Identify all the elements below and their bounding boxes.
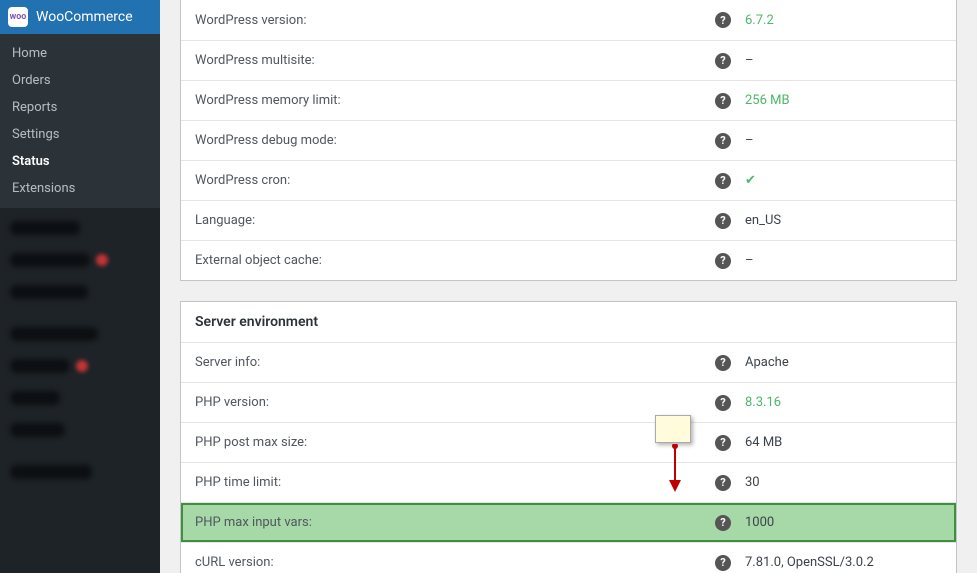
help-icon[interactable]: ? — [715, 515, 731, 531]
sidebar-item-woocommerce[interactable]: woo WooCommerce — [0, 0, 160, 34]
status-row: WordPress memory limit:? 256 MB — [181, 80, 956, 120]
admin-sidebar: woo WooCommerce Home Orders Reports Setting… — [0, 0, 160, 573]
sidebar-item-blurred[interactable] — [0, 244, 160, 276]
sidebar-item-orders[interactable]: Orders — [0, 67, 160, 94]
row-label: External object cache: — [195, 253, 715, 268]
status-row: cURL version:? 7.81.0, OpenSSL/3.0.2 — [181, 542, 956, 573]
row-value: – — [745, 53, 942, 68]
row-label: cURL version: — [195, 555, 715, 570]
help-icon[interactable]: ? — [715, 395, 731, 411]
row-value: 6.7.2 — [745, 13, 942, 28]
row-value: 256 MB — [745, 93, 942, 108]
sidebar-item-blurred[interactable] — [0, 276, 160, 308]
help-icon[interactable]: ? — [715, 133, 731, 149]
row-value: 7.81.0, OpenSSL/3.0.2 — [745, 555, 942, 570]
row-value: 8.3.16 — [745, 395, 942, 410]
submenu-label: Orders — [12, 73, 51, 88]
row-label: Server info: — [195, 355, 715, 370]
row-label: WordPress multisite: — [195, 53, 715, 68]
help-icon[interactable]: ? — [715, 475, 731, 491]
wp-environment-panel: WordPress version:? 6.7.2 WordPress multis… — [180, 0, 957, 281]
sidebar-item-blurred[interactable] — [0, 212, 160, 244]
status-row: PHP max input vars:? 1000 — [181, 502, 956, 542]
row-label: WordPress memory limit: — [195, 93, 715, 108]
row-label: WordPress debug mode: — [195, 133, 715, 148]
status-row: Server info:? Apache — [181, 342, 956, 382]
status-row: Language:? en_US — [181, 200, 956, 240]
sidebar-item-home[interactable]: Home — [0, 40, 160, 67]
main-content: WordPress version:? 6.7.2 WordPress multis… — [160, 0, 977, 573]
sidebar-item-extensions[interactable]: Extensions — [0, 175, 160, 202]
row-label: WordPress cron: — [195, 173, 715, 188]
status-row: WordPress multisite:?– — [181, 40, 956, 80]
help-icon[interactable]: ? — [715, 355, 731, 371]
submenu-label: Status — [12, 154, 50, 169]
row-value: ✔ — [745, 173, 942, 188]
row-label: PHP time limit: — [195, 475, 715, 490]
row-value: 1000 — [745, 515, 942, 530]
status-row: PHP post max size:? 64 MB — [181, 422, 956, 462]
sidebar-item-blurred[interactable] — [0, 414, 160, 446]
status-row: WordPress cron:? ✔ — [181, 160, 956, 200]
row-label: PHP post max size: — [195, 435, 715, 450]
sidebar-other-items — [0, 208, 160, 488]
status-row: External object cache:?– — [181, 240, 956, 280]
row-value: – — [745, 133, 942, 148]
row-value: 30 — [745, 475, 942, 490]
sidebar-item-settings[interactable]: Settings — [0, 121, 160, 148]
status-row: PHP time limit:? 30 — [181, 462, 956, 502]
row-value: en_US — [745, 213, 942, 228]
help-icon[interactable]: ? — [715, 173, 731, 189]
sidebar-item-reports[interactable]: Reports — [0, 94, 160, 121]
status-row: PHP version:? 8.3.16 — [181, 382, 956, 422]
server-environment-panel: Server environment Server info:? Apache PHP… — [180, 301, 957, 573]
row-value: 64 MB — [745, 435, 942, 450]
section-header-server-environment: Server environment — [181, 302, 956, 342]
row-label: WordPress version: — [195, 13, 715, 28]
row-label: Language: — [195, 213, 715, 228]
row-value: Apache — [745, 355, 942, 370]
help-icon[interactable]: ? — [715, 12, 731, 28]
submenu-label: Reports — [12, 100, 57, 115]
help-icon[interactable]: ? — [715, 53, 731, 69]
help-icon[interactable]: ? — [715, 253, 731, 269]
woocommerce-icon: woo — [8, 7, 28, 27]
status-row: WordPress version:? 6.7.2 — [181, 0, 956, 40]
sidebar-item-blurred[interactable] — [0, 350, 160, 382]
status-row: WordPress debug mode:?– — [181, 120, 956, 160]
submenu-label: Extensions — [12, 181, 75, 196]
row-label: PHP max input vars: — [195, 515, 715, 530]
sidebar-item-blurred[interactable] — [0, 318, 160, 350]
sidebar-item-blurred[interactable] — [0, 382, 160, 414]
sidebar-item-status[interactable]: Status — [0, 148, 160, 175]
row-value: – — [745, 253, 942, 268]
help-icon[interactable]: ? — [715, 555, 731, 571]
help-icon[interactable]: ? — [715, 435, 731, 451]
section-title: Server environment — [195, 314, 318, 330]
submenu-label: Home — [12, 46, 47, 61]
row-label: PHP version: — [195, 395, 715, 410]
woocommerce-submenu: Home Orders Reports Settings Status Extension… — [0, 34, 160, 208]
annotation-note — [655, 415, 691, 443]
sidebar-item-blurred[interactable] — [0, 456, 160, 488]
annotation-arrow-icon — [667, 444, 683, 494]
submenu-label: Settings — [12, 127, 59, 142]
help-icon[interactable]: ? — [715, 93, 731, 109]
help-icon[interactable]: ? — [715, 213, 731, 229]
sidebar-label-woocommerce: WooCommerce — [36, 9, 133, 25]
